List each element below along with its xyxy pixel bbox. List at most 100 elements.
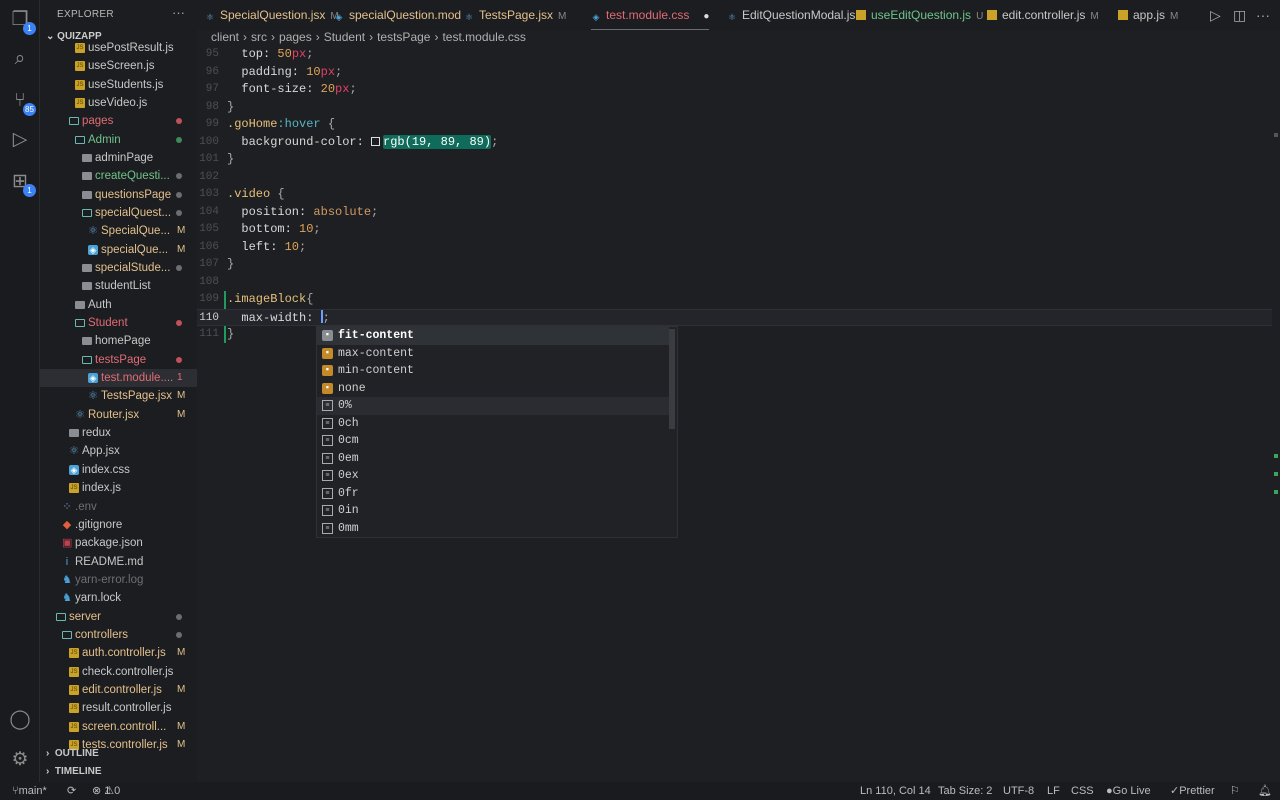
tree-item[interactable]: ⁘ .env [40,498,197,516]
tree-item[interactable]: ▣ package.json [40,534,197,552]
tree-item[interactable]: studentList [40,277,197,295]
git-status-badge: M [177,720,186,732]
tree-item[interactable]: testsPage [40,351,197,369]
tree-item[interactable]: i README.md [40,553,197,571]
tree-item[interactable]: ⚛ SpecialQue... M [40,222,197,240]
run-icon[interactable]: ▷ [1210,7,1221,24]
suggestion-item[interactable]: ≡ 0% [317,397,669,415]
tree-item[interactable]: ◈ specialQue... M [40,241,197,259]
tree-item[interactable]: homePage [40,332,197,350]
tree-item[interactable]: JS useStudents.js [40,76,197,94]
tree-item[interactable]: specialStude... [40,259,197,277]
suggestion-item[interactable]: ≡ 0ch [317,415,669,433]
extensions-icon[interactable]: ⊞ 1 [8,170,36,197]
problems-indicator[interactable]: ⊗ 1 ⚠ 0 [92,782,120,800]
branch-indicator[interactable]: ⑂ main* [12,782,47,800]
line-number: 100 [199,135,219,148]
tree-item[interactable]: JS screen.controll... M [40,718,197,736]
source-control-icon[interactable]: ⑂ 85 [8,89,36,116]
breadcrumb-item[interactable]: pages [279,30,312,44]
tree-item[interactable]: Admin [40,131,197,149]
tree-item[interactable]: server [40,608,197,626]
tree-item[interactable]: JS usePostResult.js [40,39,197,57]
split-editor-icon[interactable]: ◫ [1233,7,1246,24]
tree-item[interactable]: ♞ yarn-error.log [40,571,197,589]
feedback-icon[interactable]: ⚐ [1230,782,1240,800]
explorer-more-button[interactable]: ··· [172,5,185,20]
tree-item[interactable]: questionsPage [40,186,197,204]
tab-testspage-jsx[interactable]: ⚛ TestsPage.jsx M [464,0,566,30]
tree-item[interactable]: JS result.controller.js [40,699,197,717]
suggestion-item[interactable]: ≡ 0em [317,450,669,468]
tree-item[interactable]: ◈ index.css [40,461,197,479]
prettier-button[interactable]: ✓ Prettier [1170,782,1215,800]
code-token: ; [306,47,314,61]
tab-specialquestion-mod[interactable]: ◈ specialQuestion.mod [334,0,462,30]
end-of-line[interactable]: LF [1047,782,1060,800]
tab-editquestionmodal-js[interactable]: ⚛ EditQuestionModal.js [727,0,855,30]
color-swatch[interactable] [371,136,381,146]
cursor-position[interactable]: Ln 110, Col 14 [860,782,931,800]
tab-useeditquestion-js[interactable]: useEditQuestion.js U [856,0,983,30]
tree-item[interactable]: JS edit.controller.js M [40,681,197,699]
tree-item[interactable]: ◈ test.module.... 1 [40,369,197,388]
tree-item[interactable]: JS useScreen.js [40,57,197,75]
suggestion-item[interactable]: ≡ 0in [317,502,669,520]
tab-specialquestion-jsx[interactable]: ⚛ SpecialQuestion.jsx M [205,0,339,30]
suggestion-item[interactable]: ≡ 0fr [317,485,669,503]
tree-item[interactable]: ♞ yarn.lock [40,589,197,607]
suggestion-item[interactable]: ▪ none [317,380,669,398]
suggestions-scrollbar[interactable] [669,329,675,429]
sync-icon[interactable]: ⟳ [67,782,76,800]
language-mode[interactable]: CSS [1071,782,1094,800]
tree-item[interactable]: JS index.js [40,479,197,497]
tree-item[interactable]: Student [40,314,197,332]
breadcrumb-item[interactable]: Student [324,30,365,44]
settings-gear-icon[interactable]: ⚙ [8,748,32,772]
breadcrumb-item[interactable]: src [251,30,267,44]
suggestion-item[interactable]: ▪ max-content [317,345,669,363]
suggestion-item[interactable]: ≡ 0ex [317,467,669,485]
code-token: } [227,327,235,341]
tree-item[interactable]: ⚛ App.jsx [40,442,197,460]
tree-item[interactable]: controllers [40,626,197,644]
tree-item[interactable]: JS auth.controller.js M [40,644,197,662]
tree-item[interactable]: JS useVideo.js [40,94,197,112]
tree-item[interactable]: ◆ .gitignore [40,516,197,534]
suggestion-item[interactable]: ≡ 0cm [317,432,669,450]
timeline-section[interactable]: › TIMELINE [46,766,102,777]
explorer-icon[interactable]: ❐ 1 [8,8,36,35]
suggestion-label: max-content [338,346,414,360]
line-text: } [227,326,234,344]
breadcrumb-item[interactable]: client [211,30,239,44]
encoding[interactable]: UTF-8 [1003,782,1034,800]
tree-item[interactable]: specialQuest... [40,204,197,222]
suggestion-item[interactable]: ≡ 0mm [317,520,669,538]
unit-icon: ≡ [322,470,333,481]
tab-test-module-css[interactable]: ◈ test.module.css ● [591,0,710,30]
tab-size[interactable]: Tab Size: 2 [938,782,992,800]
code-token: ; [371,204,379,219]
tree-item[interactable]: redux [40,424,197,442]
go-live-button[interactable]: ● Go Live [1106,782,1151,800]
search-icon[interactable]: ⌕ [8,47,32,71]
account-icon[interactable]: ◯ [8,708,32,732]
breadcrumb-item[interactable]: testsPage [377,30,430,44]
tree-item[interactable]: Auth [40,296,197,314]
tree-item[interactable]: ⚛ Router.jsx M [40,406,197,424]
tree-item[interactable]: createQuesti... [40,167,197,185]
run-debug-icon[interactable]: ▷ [8,128,32,152]
tree-item[interactable]: adminPage [40,149,197,167]
notifications-bell-icon[interactable]: 🔔︎ [1258,782,1272,800]
tab-app-js[interactable]: app.js M [1118,0,1178,30]
tree-item[interactable]: ⚛ TestsPage.jsx M [40,387,197,405]
tree-item[interactable]: pages [40,112,197,130]
value-icon: ▪ [322,330,333,341]
breadcrumb-item[interactable]: test.module.css [442,30,525,44]
tab-edit-controller-js[interactable]: edit.controller.js M [987,0,1099,30]
suggestion-item[interactable]: ▪ min-content [317,362,669,380]
suggestion-item[interactable]: ▪ fit-content [317,327,669,345]
outline-section[interactable]: › OUTLINE [46,748,99,759]
more-actions-icon[interactable]: ··· [1256,7,1270,23]
tree-item[interactable]: JS check.controller.js [40,663,197,681]
